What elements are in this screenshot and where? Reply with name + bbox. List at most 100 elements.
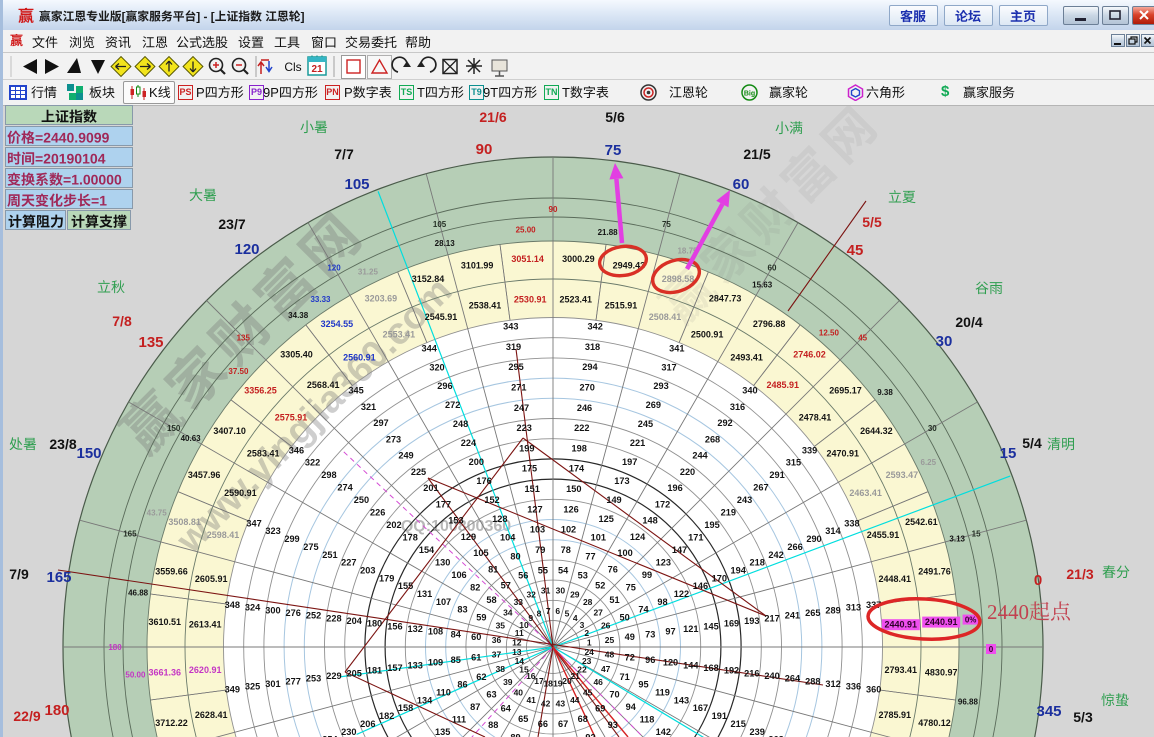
svg-text:18: 18 [543, 678, 553, 688]
svg-text:275: 275 [303, 542, 318, 552]
svg-text:90: 90 [476, 141, 493, 158]
svg-text:2463.41: 2463.41 [849, 488, 882, 498]
svg-text:155: 155 [398, 581, 413, 591]
svg-text:198: 198 [572, 443, 587, 453]
svg-text:148: 148 [642, 516, 657, 526]
svg-text:199: 199 [519, 443, 534, 453]
svg-text:216: 216 [744, 668, 759, 678]
svg-text:123: 123 [656, 558, 671, 568]
svg-text:229: 229 [326, 671, 341, 681]
svg-text:61: 61 [471, 652, 481, 662]
svg-text:174: 174 [569, 464, 585, 474]
svg-text:110: 110 [436, 688, 451, 698]
svg-text:46.88: 46.88 [128, 588, 149, 597]
svg-text:201: 201 [423, 483, 438, 493]
svg-text:97: 97 [665, 627, 675, 637]
svg-text:52: 52 [595, 581, 605, 591]
svg-text:56: 56 [518, 571, 528, 581]
svg-text:2613.41: 2613.41 [189, 619, 222, 629]
svg-text:2: 2 [584, 628, 589, 638]
svg-text:250: 250 [354, 495, 369, 505]
svg-text:23: 23 [582, 656, 592, 666]
svg-text:5/3: 5/3 [1073, 709, 1093, 725]
svg-text:288: 288 [805, 676, 820, 686]
svg-text:195: 195 [704, 520, 719, 530]
svg-text:222: 222 [574, 423, 589, 433]
svg-text:2485.91: 2485.91 [767, 380, 800, 390]
svg-text:120: 120 [663, 658, 678, 668]
svg-text:253: 253 [306, 674, 321, 684]
svg-text:276: 276 [286, 608, 301, 618]
svg-text:241: 241 [785, 611, 800, 621]
svg-text:4: 4 [573, 613, 578, 623]
svg-text:340: 340 [742, 386, 757, 396]
svg-text:26: 26 [601, 620, 611, 630]
svg-text:28.13: 28.13 [435, 239, 456, 248]
svg-text:3101.99: 3101.99 [461, 261, 494, 271]
svg-text:80: 80 [510, 552, 520, 562]
svg-text:225: 225 [411, 467, 426, 477]
svg-text:28: 28 [583, 597, 593, 607]
svg-text:21/3: 21/3 [1066, 566, 1093, 582]
svg-text:180: 180 [44, 702, 69, 719]
svg-text:2542.61: 2542.61 [905, 517, 938, 527]
svg-text:43.75: 43.75 [147, 509, 168, 518]
svg-text:96.88: 96.88 [958, 698, 979, 707]
svg-text:149: 149 [606, 495, 621, 505]
svg-text:251: 251 [322, 550, 337, 560]
svg-text:3203.69: 3203.69 [365, 293, 398, 303]
svg-text:2455.91: 2455.91 [867, 530, 900, 540]
svg-text:277: 277 [286, 676, 301, 686]
svg-text:2847.73: 2847.73 [709, 293, 742, 303]
svg-text:3305.40: 3305.40 [280, 350, 313, 360]
svg-text:224: 224 [461, 438, 477, 448]
svg-text:315: 315 [786, 458, 801, 468]
svg-text:7/7: 7/7 [334, 146, 354, 162]
svg-text:135: 135 [138, 334, 163, 351]
svg-text:169: 169 [724, 619, 739, 629]
svg-text:102: 102 [561, 525, 576, 535]
svg-text:3000.29: 3000.29 [562, 254, 595, 264]
svg-text:177: 177 [436, 499, 451, 509]
svg-text:33: 33 [514, 597, 524, 607]
svg-text:5/4: 5/4 [1022, 435, 1042, 451]
svg-text:2593.47: 2593.47 [886, 470, 919, 480]
svg-text:345: 345 [1036, 703, 1061, 720]
svg-text:181: 181 [367, 666, 382, 676]
svg-text:59: 59 [476, 613, 486, 623]
svg-text:120: 120 [234, 241, 259, 258]
svg-text:151: 151 [525, 484, 540, 494]
svg-text:345: 345 [348, 386, 363, 396]
svg-text:66: 66 [538, 719, 548, 729]
svg-text:173: 173 [614, 476, 629, 486]
svg-text:69: 69 [595, 704, 605, 714]
svg-text:158: 158 [398, 703, 413, 713]
svg-text:2515.91: 2515.91 [605, 300, 638, 310]
svg-text:93: 93 [608, 720, 618, 730]
svg-text:349: 349 [225, 684, 240, 694]
svg-text:135: 135 [435, 727, 450, 737]
svg-text:347: 347 [246, 518, 261, 528]
svg-text:150: 150 [167, 424, 181, 433]
svg-text:3457.96: 3457.96 [188, 470, 221, 480]
svg-text:200: 200 [469, 457, 484, 467]
svg-text:296: 296 [437, 381, 452, 391]
svg-text:25: 25 [605, 635, 615, 645]
svg-text:324: 324 [245, 603, 261, 613]
svg-text:268: 268 [705, 434, 720, 444]
svg-text:204: 204 [347, 616, 363, 626]
svg-text:60: 60 [733, 176, 750, 193]
svg-text:34.38: 34.38 [288, 311, 309, 320]
svg-text:41: 41 [526, 695, 536, 705]
svg-text:42: 42 [541, 699, 551, 709]
svg-text:8: 8 [537, 609, 542, 619]
svg-text:37.50: 37.50 [228, 367, 249, 376]
svg-text:2796.88: 2796.88 [753, 319, 786, 329]
svg-text:7: 7 [546, 606, 551, 616]
svg-text:50.00: 50.00 [125, 670, 146, 679]
svg-text:239: 239 [750, 727, 765, 737]
svg-text:2785.91: 2785.91 [879, 710, 912, 720]
svg-text:119: 119 [655, 688, 670, 698]
svg-text:89: 89 [510, 733, 520, 737]
svg-text:3051.14: 3051.14 [511, 254, 544, 264]
